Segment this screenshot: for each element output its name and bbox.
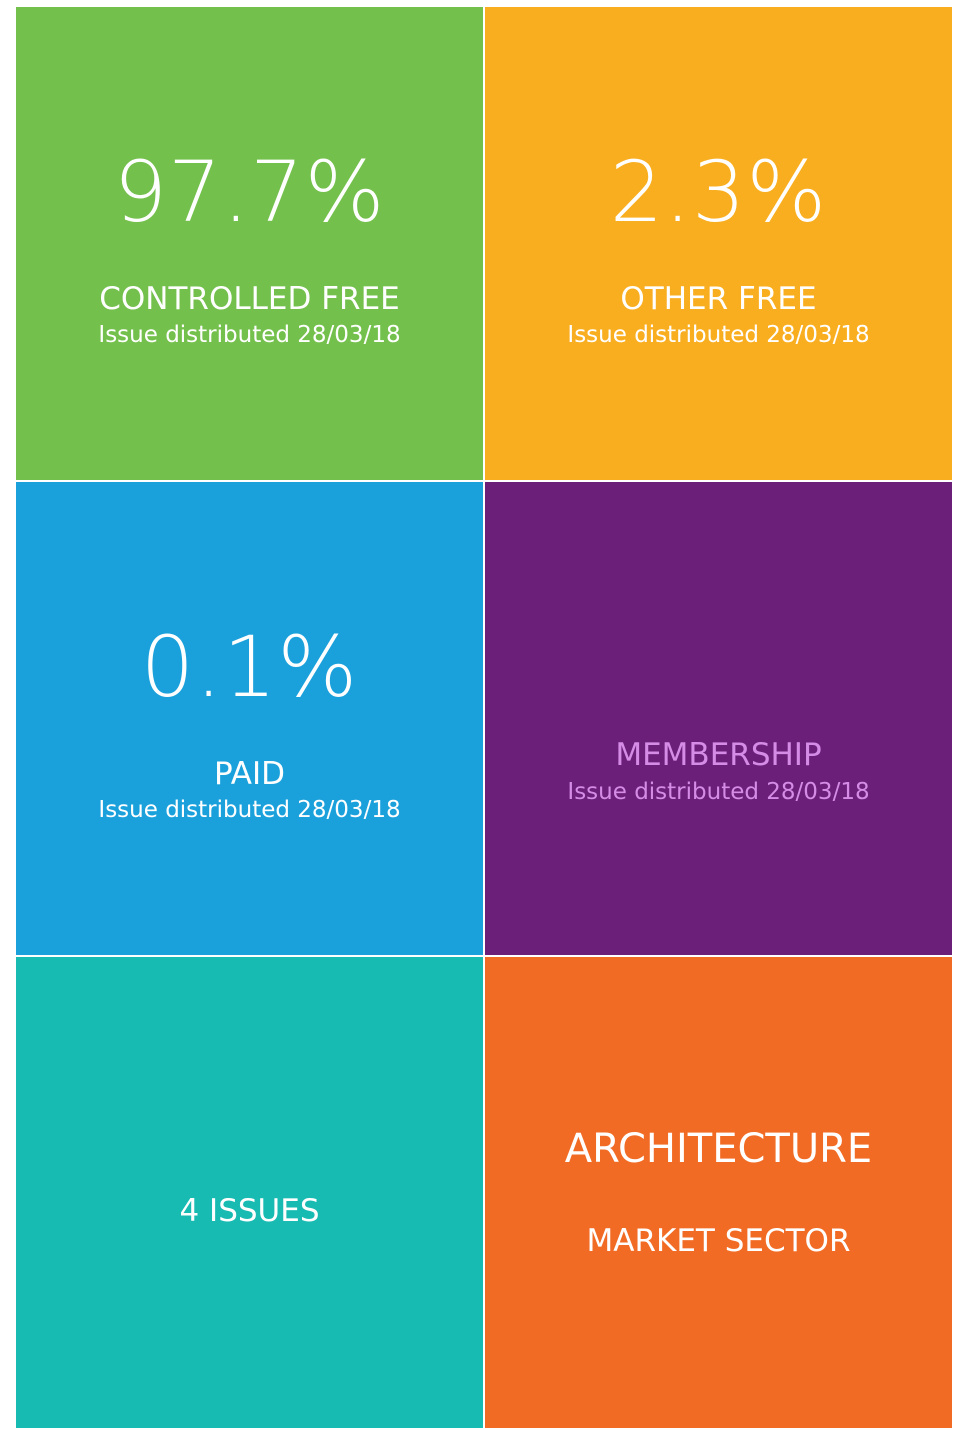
tile-market-sector: ARCHITECTURE MARKET SECTOR (485, 957, 952, 1428)
tile-other-free: 2.3% OTHER FREE Issue distributed 28/03/… (485, 7, 952, 480)
other-free-label: OTHER FREE (620, 281, 817, 317)
issues-label: 4 ISSUES (179, 1193, 320, 1229)
stats-grid: 97.7% CONTROLLED FREE Issue distributed … (16, 7, 952, 1428)
membership-label: MEMBERSHIP (615, 737, 822, 773)
membership-sub: Issue distributed 28/03/18 (567, 779, 870, 805)
tile-membership: MEMBERSHIP Issue distributed 28/03/18 (485, 482, 952, 955)
tile-paid: 0.1% PAID Issue distributed 28/03/18 (16, 482, 483, 955)
tile-issues: 4 ISSUES (16, 957, 483, 1428)
paid-label: PAID (214, 756, 285, 792)
sector-value: ARCHITECTURE (564, 1126, 873, 1172)
other-free-sub: Issue distributed 28/03/18 (567, 322, 870, 348)
tile-controlled-free: 97.7% CONTROLLED FREE Issue distributed … (16, 7, 483, 480)
paid-sub: Issue distributed 28/03/18 (98, 797, 401, 823)
controlled-free-sub: Issue distributed 28/03/18 (98, 322, 401, 348)
other-free-value: 2.3% (609, 143, 828, 241)
sector-label: MARKET SECTOR (586, 1223, 851, 1259)
paid-value: 0.1% (140, 618, 359, 716)
controlled-free-value: 97.7% (113, 143, 386, 241)
controlled-free-label: CONTROLLED FREE (99, 281, 400, 317)
